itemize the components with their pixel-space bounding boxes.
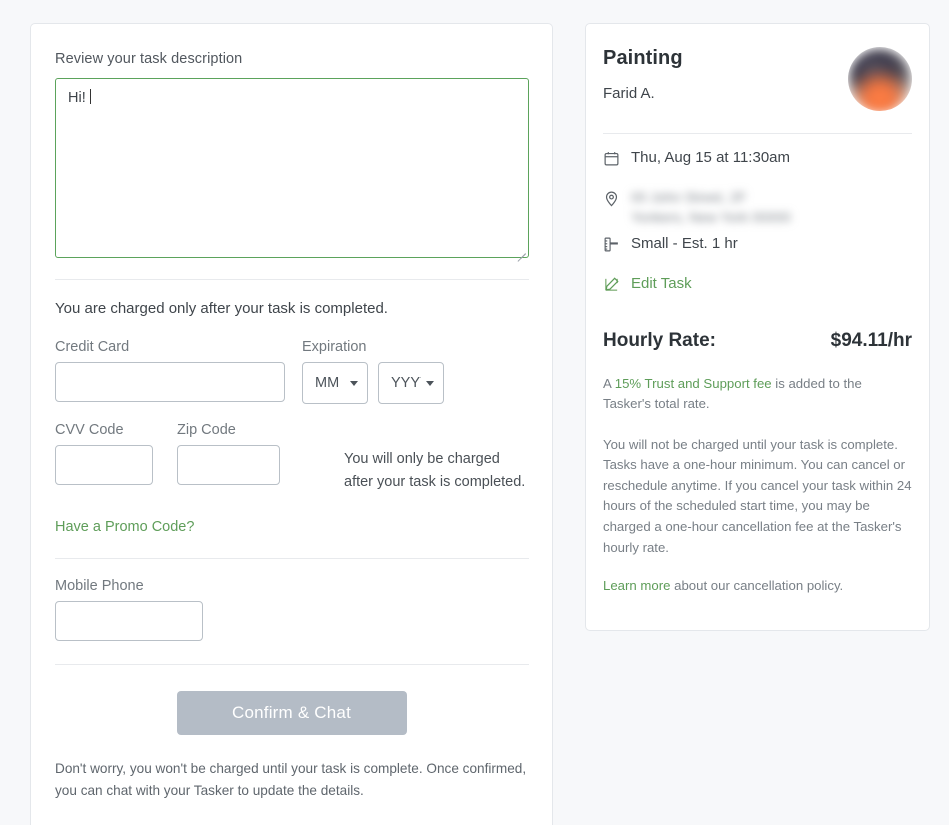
summary-header-text: Painting Farid A.: [603, 47, 683, 102]
payment-card: Review your task description Hi! You are…: [30, 23, 553, 825]
mobile-phone-group: Mobile Phone: [55, 578, 528, 641]
divider-2: [55, 557, 529, 559]
task-summary-card: Painting Farid A. Thu, Aug 15 at 11:30am…: [585, 23, 930, 631]
promo-code-link[interactable]: Have a Promo Code?: [55, 519, 194, 535]
trust-support-fee-note: A 15% Trust and Support fee is added to …: [603, 374, 912, 415]
cvv-group: CVV Code: [55, 422, 153, 485]
confirm-and-chat-button[interactable]: Confirm & Chat: [176, 690, 407, 735]
cvv-input[interactable]: [55, 445, 153, 485]
chevron-down-icon: [426, 381, 434, 386]
task-title: Painting: [603, 47, 683, 69]
mobile-phone-label: Mobile Phone: [55, 577, 144, 594]
expiration-month-value: MM: [315, 375, 340, 391]
pencil-edit-icon: [603, 274, 631, 298]
trust-support-fee-link[interactable]: 15% Trust and Support fee: [615, 376, 772, 391]
chevron-down-icon: [350, 381, 358, 386]
text-caret: [89, 89, 91, 104]
fee-note-prefix: A: [603, 375, 615, 391]
hourly-rate-value: $94.11/hr: [830, 329, 912, 351]
task-address-line1: 00 John Street, 2F: [631, 189, 747, 205]
checkout-footer-note: Don't worry, you won't be charged until …: [55, 760, 527, 798]
zip-label: Zip Code: [177, 422, 236, 438]
credit-card-input[interactable]: [55, 362, 285, 402]
ruler-icon: [603, 234, 631, 258]
tasker-name: Farid A.: [603, 85, 655, 102]
cancellation-policy-note: You will not be charged until your task …: [603, 436, 912, 555]
divider-3: [55, 663, 529, 665]
expiration-year-select[interactable]: YYYY: [378, 362, 444, 404]
charged-after-completion-note: You are charged only after your task is …: [55, 300, 388, 317]
task-address: 00 John Street, 2F Yonkers, New York 000…: [631, 188, 791, 228]
payment-form: Credit Card Expiration MM YYYY: [55, 339, 529, 802]
expiration-label: Expiration: [302, 339, 367, 355]
summary-header: Painting Farid A.: [603, 24, 912, 111]
confirm-button-wrap: Confirm & Chat: [55, 690, 528, 735]
review-description-label: Review your task description: [55, 51, 243, 67]
task-details-list: Thu, Aug 15 at 11:30am 00 John Street, 2…: [603, 148, 912, 308]
detail-row-address: 00 John Street, 2F Yonkers, New York 000…: [603, 188, 912, 228]
divider-1: [55, 279, 529, 280]
learn-more-row: Learn more about our cancellation policy…: [603, 578, 912, 593]
learn-more-suffix: about our cancellation policy.: [670, 578, 844, 594]
charge-side-note-line1: You will only be charged: [344, 451, 500, 467]
credit-card-label: Credit Card: [55, 339, 130, 355]
zip-input[interactable]: [177, 445, 280, 485]
task-size: Small - Est. 1 hr: [631, 234, 738, 252]
zip-group: Zip Code: [177, 422, 280, 485]
charge-side-note-line2: after your task is completed.: [344, 474, 526, 491]
detail-row-size: Small - Est. 1 hr: [603, 234, 912, 268]
location-pin-icon: [603, 188, 631, 212]
charge-side-note: You will only be charged after your task…: [344, 448, 525, 495]
task-address-line2: Yonkers, New York 00000: [631, 208, 791, 225]
task-description-textarea[interactable]: Hi!: [55, 78, 529, 262]
mobile-phone-input[interactable]: [55, 600, 203, 641]
hourly-rate-label: Hourly Rate:: [603, 329, 716, 351]
expiration-month-select[interactable]: MM: [302, 362, 368, 404]
learn-more-link[interactable]: Learn more: [603, 578, 670, 593]
resize-handle[interactable]: [515, 244, 526, 262]
credit-card-group: Credit Card: [55, 339, 285, 402]
card-expiration-row: Credit Card Expiration MM YYYY: [55, 339, 528, 404]
calendar-icon: [603, 148, 631, 172]
hourly-rate-row: Hourly Rate: $94.11/hr: [603, 330, 912, 352]
expiration-year-value: YYYY: [391, 375, 421, 391]
checkout-page: Review your task description Hi! You are…: [0, 0, 949, 825]
detail-row-date: Thu, Aug 15 at 11:30am: [603, 148, 912, 182]
detail-row-edit[interactable]: Edit Task: [603, 274, 912, 308]
cvv-zip-row: CVV Code Zip Code You will only be charg…: [55, 422, 528, 495]
expiration-group: Expiration MM YYYY: [302, 339, 444, 404]
avatar: [848, 47, 912, 111]
edit-task-link[interactable]: Edit Task: [631, 274, 692, 292]
cvv-label: CVV Code: [55, 422, 124, 438]
summary-divider: [603, 133, 912, 134]
avatar-image: [848, 49, 912, 111]
task-description-value: Hi!: [68, 90, 86, 106]
task-date: Thu, Aug 15 at 11:30am: [631, 149, 791, 166]
